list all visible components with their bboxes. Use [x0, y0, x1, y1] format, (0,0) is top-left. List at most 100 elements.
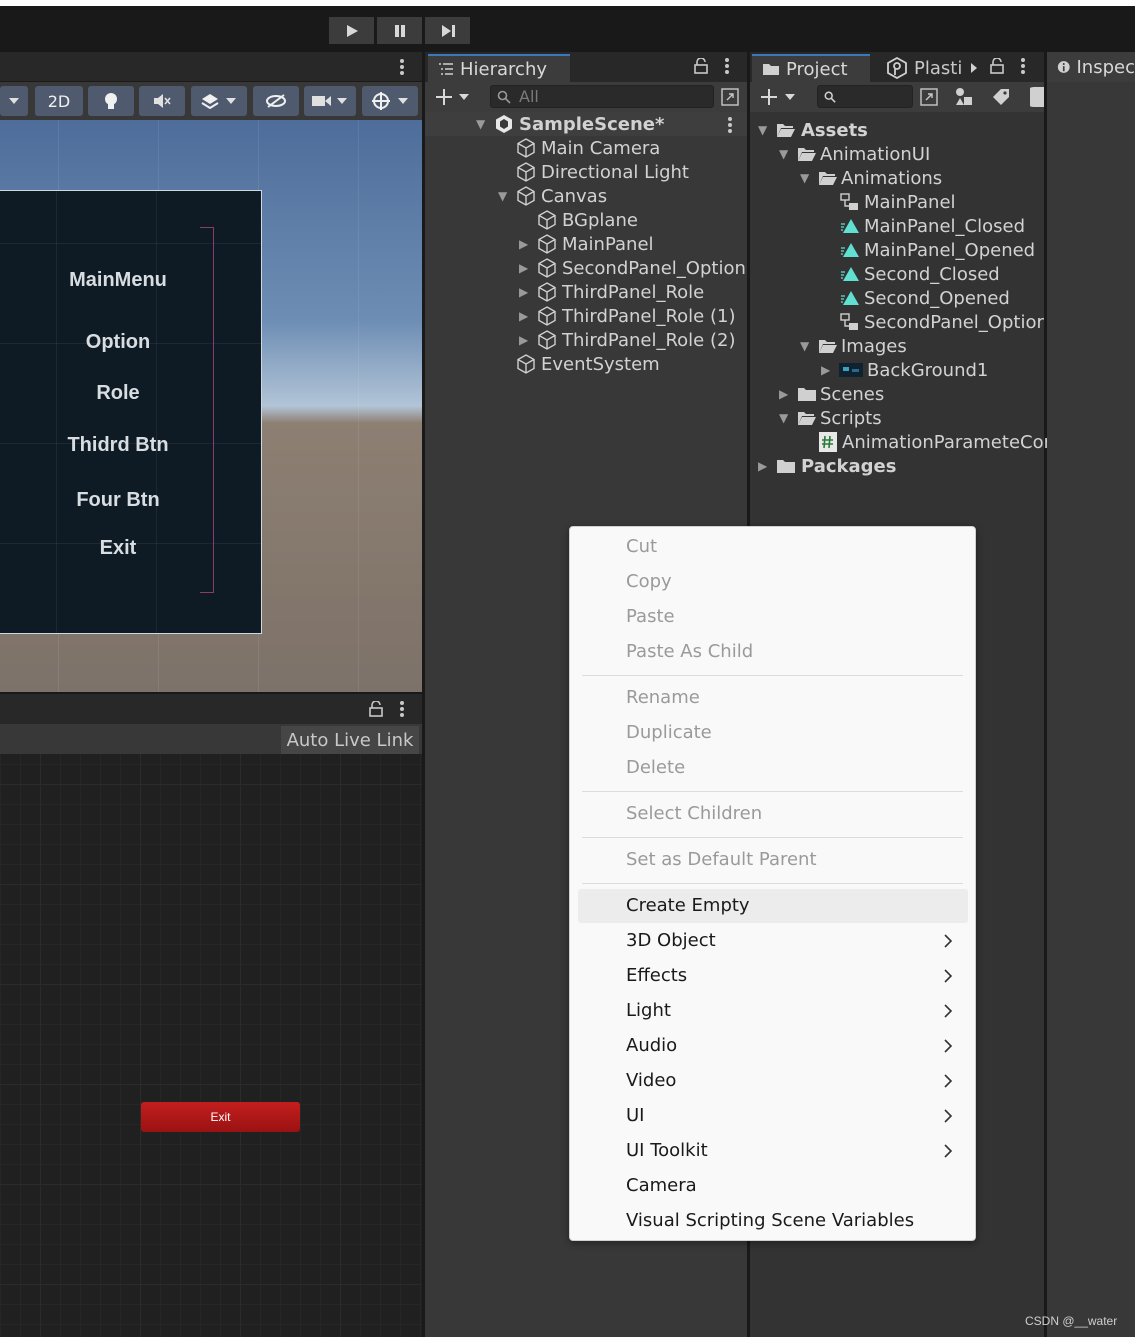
project-item[interactable]: MainPanel [840, 190, 956, 214]
expand-arrow-icon[interactable]: ▼ [800, 171, 814, 185]
lock-icon[interactable] [990, 58, 1004, 74]
collapse-arrow-icon[interactable]: ▶ [519, 333, 533, 347]
plus-icon[interactable] [434, 87, 454, 107]
maximize-icon[interactable] [920, 88, 938, 106]
step-button[interactable] [425, 17, 470, 44]
more-menu-icon[interactable] [726, 116, 734, 134]
project-item[interactable]: Second_Opened [840, 286, 1010, 310]
menu-item-visual-scripting-scene-variables[interactable]: Visual Scripting Scene Variables [626, 1210, 914, 1231]
menu-item-3d-object[interactable]: 3D Object [626, 930, 716, 951]
menu-item-ui[interactable]: UI [626, 1105, 644, 1126]
project-item[interactable]: ▼ Images [800, 334, 907, 358]
tab-hierarchy[interactable]: Hierarchy [428, 54, 570, 82]
collapse-arrow-icon[interactable]: ▶ [821, 363, 835, 377]
label-tag-icon[interactable] [992, 88, 1010, 106]
menu-item-copy[interactable]: Copy [626, 571, 672, 592]
maximize-icon[interactable] [721, 88, 739, 106]
play-button[interactable] [329, 17, 374, 44]
menu-item-paste[interactable]: Paste [626, 606, 675, 627]
auto-live-link-button[interactable]: Auto Live Link [281, 726, 419, 754]
hierarchy-item[interactable]: Main Camera [516, 136, 660, 160]
chevron-down-icon[interactable] [784, 93, 796, 101]
expand-arrow-icon[interactable]: ▼ [758, 123, 772, 137]
menu-item-camera[interactable]: Camera [626, 1175, 697, 1196]
scene-viewport[interactable]: MainMenu Option Role Thidrd Btn Four Btn… [0, 120, 422, 692]
hierarchy-item[interactable]: ▶ ThirdPanel_Role (2) [519, 328, 735, 352]
expand-arrow-icon[interactable]: ▼ [476, 117, 490, 131]
hierarchy-item[interactable]: ▶ ThirdPanel_Role [519, 280, 704, 304]
gizmos-dropdown[interactable] [362, 86, 418, 116]
menu-item-effects[interactable]: Effects [626, 965, 687, 986]
menu-item-select-children[interactable]: Select Children [626, 803, 762, 824]
hierarchy-item[interactable]: ▶ MainPanel [519, 232, 654, 256]
animator-exit-node[interactable]: Exit [141, 1102, 300, 1132]
shading-mode-dropdown[interactable] [0, 86, 28, 116]
lock-icon[interactable] [694, 58, 708, 74]
menu-item-video[interactable]: Video [626, 1070, 676, 1091]
plus-icon[interactable] [759, 87, 779, 107]
hierarchy-item[interactable]: EventSystem [516, 352, 660, 376]
collapse-arrow-icon[interactable]: ▶ [519, 285, 533, 299]
project-search-input[interactable] [817, 85, 913, 108]
hierarchy-item[interactable]: BGplane [537, 208, 638, 232]
hierarchy-item[interactable]: ▼ Canvas [498, 184, 607, 208]
expand-arrow-icon[interactable]: ▼ [779, 147, 793, 161]
filter-by-type-icon[interactable] [954, 87, 974, 107]
collapse-arrow-icon[interactable]: ▶ [519, 237, 533, 251]
menu-item-rename[interactable]: Rename [626, 687, 700, 708]
menu-item-light[interactable]: Light [626, 1000, 671, 1021]
project-item[interactable]: Second_Closed [840, 262, 1000, 286]
more-menu-icon[interactable] [398, 700, 406, 718]
tab-plastic[interactable]: Plasti [872, 54, 982, 82]
project-item[interactable]: AnimationParameteCor [819, 430, 1051, 454]
collapse-arrow-icon[interactable]: ▶ [758, 459, 772, 473]
menu-item-create-empty[interactable]: Create Empty [626, 895, 750, 916]
expand-arrow-icon[interactable]: ▼ [779, 411, 793, 425]
tab-project[interactable]: Project [752, 54, 870, 82]
lighting-toggle[interactable] [88, 86, 134, 116]
menu-item-cut[interactable]: Cut [626, 536, 657, 557]
hierarchy-search-input[interactable]: All [490, 85, 714, 108]
project-item[interactable]: MainPanel_Closed [840, 214, 1025, 238]
effects-dropdown[interactable] [191, 86, 247, 116]
menu-item-ui-toolkit[interactable]: UI Toolkit [626, 1140, 708, 1161]
hierarchy-item[interactable]: Directional Light [516, 160, 689, 184]
chevron-down-icon[interactable] [458, 93, 470, 101]
collapse-arrow-icon[interactable]: ▶ [519, 309, 533, 323]
more-menu-icon[interactable] [398, 58, 406, 76]
collapse-arrow-icon[interactable]: ▶ [519, 261, 533, 275]
hierarchy-item[interactable]: ▶ ThirdPanel_Role (1) [519, 304, 735, 328]
project-item[interactable]: ▶ Scenes [779, 382, 884, 406]
lock-icon[interactable] [369, 701, 383, 717]
menu-item-paste-as-child[interactable]: Paste As Child [626, 641, 753, 662]
project-item[interactable]: MainPanel_Opened [840, 238, 1035, 262]
ui-canvas-preview[interactable]: MainMenu Option Role Thidrd Btn Four Btn… [0, 190, 262, 634]
project-item[interactable]: ▼ AnimationUI [779, 142, 930, 166]
expand-arrow-icon[interactable]: ▼ [800, 339, 814, 353]
project-item[interactable]: ▼ Assets [758, 118, 868, 142]
pause-button[interactable] [377, 17, 422, 44]
hierarchy-item[interactable]: ▶ SecondPanel_Option [519, 256, 746, 280]
collapse-arrow-icon[interactable]: ▶ [779, 387, 793, 401]
expand-arrow-icon[interactable]: ▼ [498, 189, 512, 203]
favorite-icon[interactable] [1030, 87, 1044, 107]
more-menu-icon[interactable] [1019, 57, 1027, 75]
chevron-right-icon[interactable] [970, 62, 978, 74]
toggle-2d-button[interactable]: 2D [35, 86, 83, 116]
project-item[interactable]: ▶ BackGround1 [821, 358, 988, 382]
camera-dropdown[interactable] [304, 86, 356, 116]
menu-item-set-default-parent[interactable]: Set as Default Parent [626, 849, 817, 870]
tab-inspector[interactable]: Inspec [1047, 52, 1135, 82]
project-item[interactable]: ▶ Packages [758, 454, 896, 478]
animator-graph[interactable] [0, 754, 422, 1337]
visibility-toggle[interactable] [253, 86, 299, 116]
project-item[interactable]: ▼ Animations [800, 166, 942, 190]
more-menu-icon[interactable] [723, 57, 731, 75]
menu-item-audio[interactable]: Audio [626, 1035, 677, 1056]
project-item[interactable]: ▼ Scripts [779, 406, 882, 430]
hierarchy-scene-row[interactable]: ▼ SampleScene* [476, 112, 664, 136]
audio-toggle[interactable] [139, 86, 185, 116]
menu-item-delete[interactable]: Delete [626, 757, 685, 778]
project-item[interactable]: SecondPanel_Optior [840, 310, 1044, 334]
menu-item-duplicate[interactable]: Duplicate [626, 722, 712, 743]
